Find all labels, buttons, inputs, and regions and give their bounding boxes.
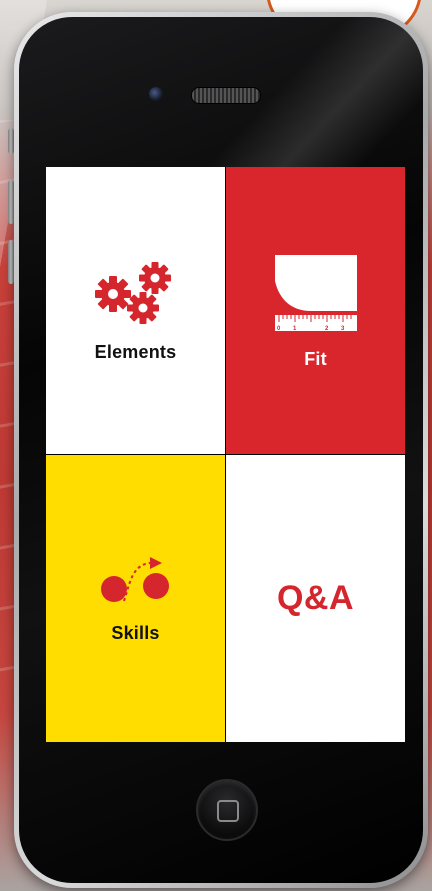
skill-move-icon: [100, 557, 169, 602]
home-button[interactable]: [196, 779, 258, 841]
app-screen: Elements 0 1 2 3 Fit Skills Q&A: [46, 167, 405, 742]
tile-skills[interactable]: Skills: [46, 455, 225, 742]
phone-body: Elements 0 1 2 3 Fit Skills Q&A: [19, 17, 423, 883]
tile-elements-label: Elements: [94, 342, 177, 362]
tile-fit-label: Fit: [304, 349, 327, 369]
tile-qa-label: Q&A: [276, 579, 355, 617]
home-square-icon: [217, 800, 239, 822]
tile-elements[interactable]: Elements: [46, 167, 225, 454]
gears-icon: [94, 262, 171, 324]
phone-frame: Elements 0 1 2 3 Fit Skills Q&A: [14, 12, 428, 888]
ruler-measure-icon: 0 1 2 3: [274, 255, 357, 332]
tile-fit[interactable]: 0 1 2 3 Fit: [226, 167, 405, 454]
tile-skills-label: Skills: [111, 623, 160, 643]
tile-qa[interactable]: Q&A: [226, 455, 405, 742]
earpiece-speaker: [191, 87, 261, 104]
front-camera: [149, 87, 163, 101]
